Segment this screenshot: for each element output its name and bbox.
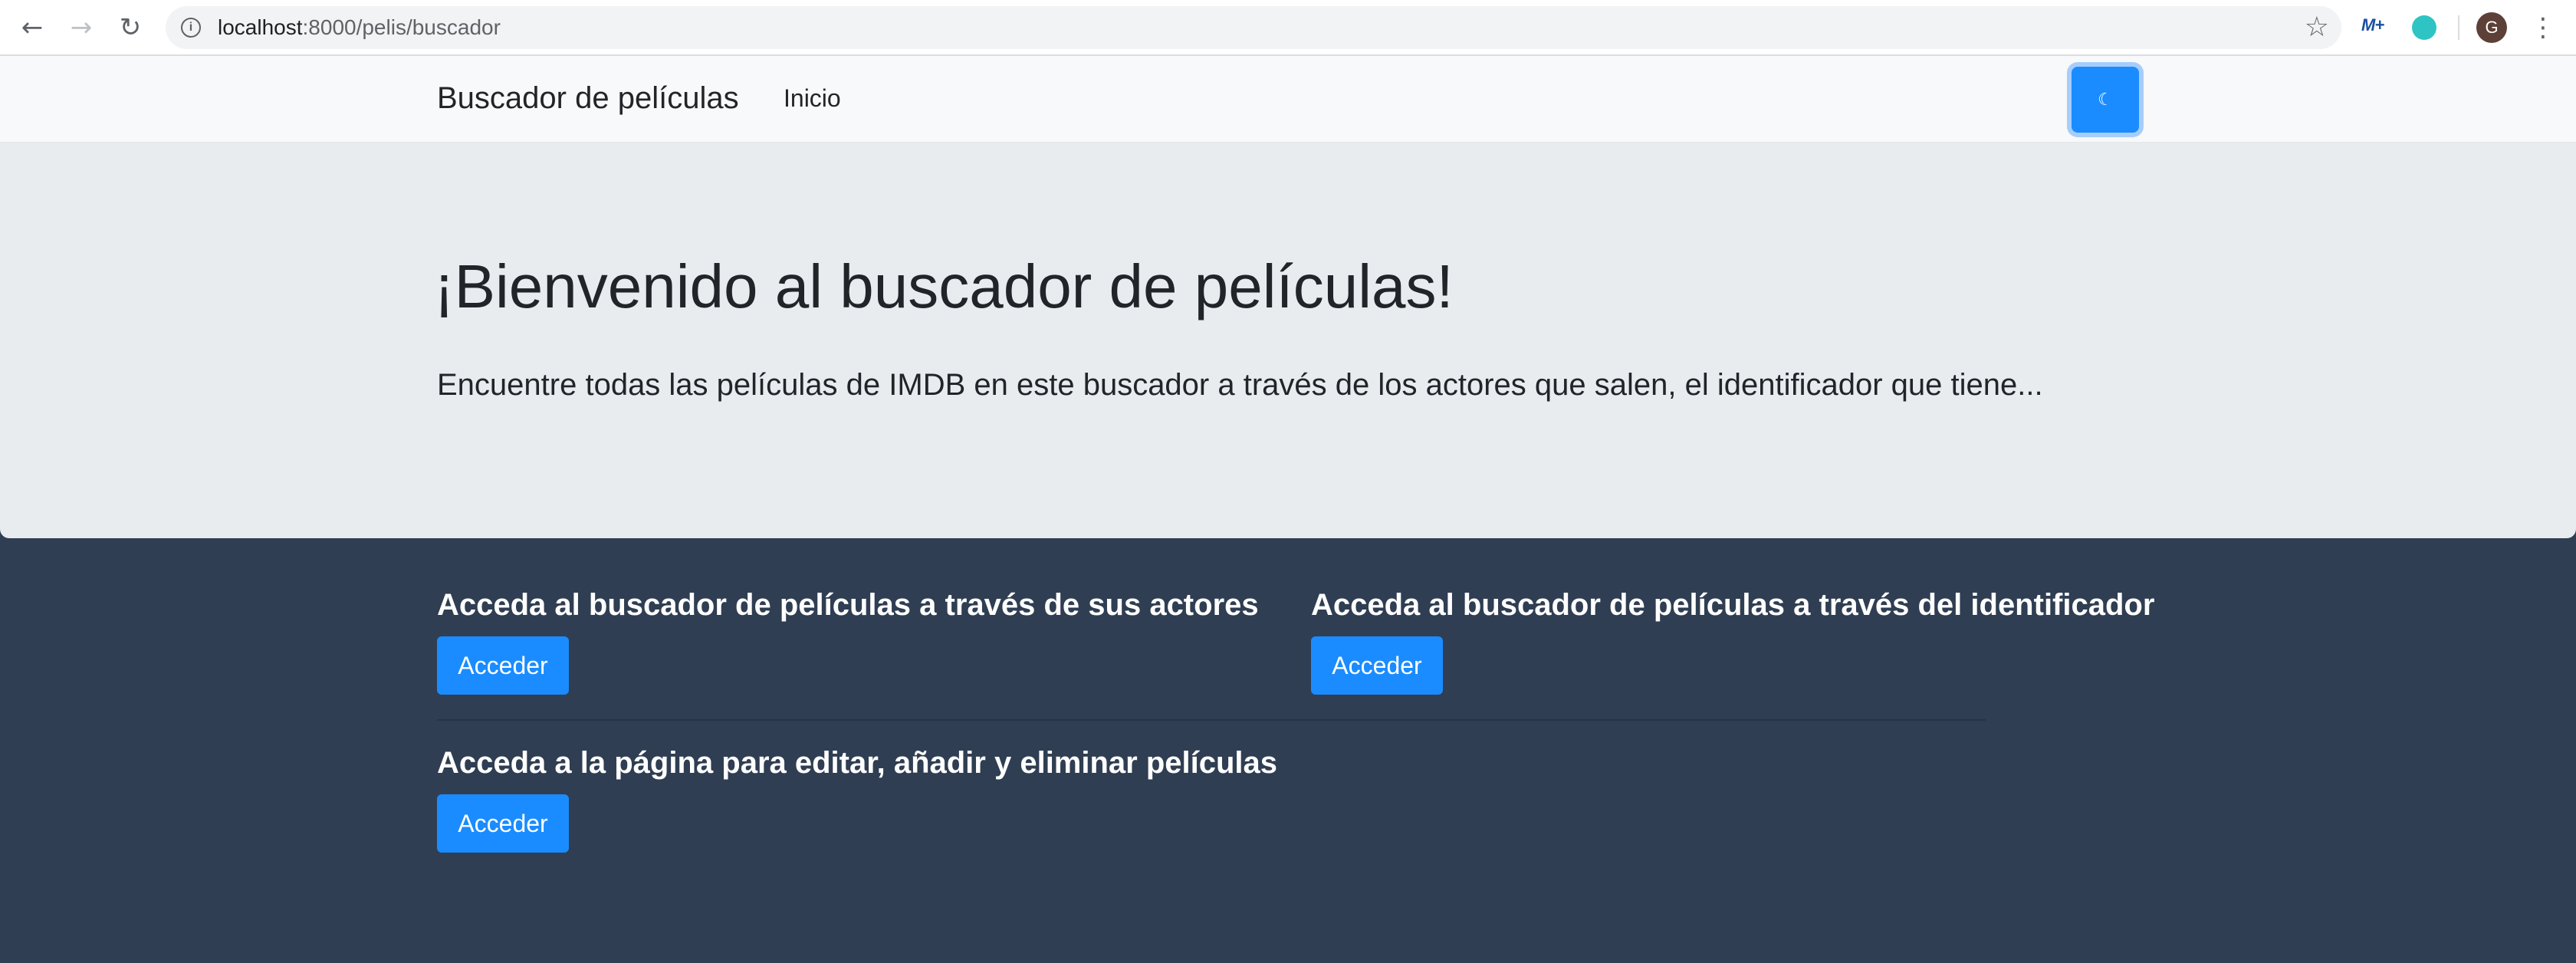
address-bar[interactable]: i localhost:8000/pelis/buscador ☆ — [166, 6, 2341, 49]
section-title-identificador: Acceda al buscador de películas a través… — [1311, 588, 2155, 622]
site-navbar: Buscador de películas Inicio ☾ — [0, 56, 2576, 143]
toolbar-divider — [2458, 15, 2459, 40]
avatar[interactable]: G — [2476, 12, 2507, 43]
url-text[interactable]: localhost:8000/pelis/buscador — [218, 6, 501, 49]
section-title-actores: Acceda al buscador de películas a través… — [437, 588, 1259, 622]
hero-title: ¡Bienvenido al buscador de películas! — [434, 252, 1454, 320]
menu-icon[interactable]: ⋮ — [2530, 11, 2556, 44]
reload-icon[interactable]: ↻ — [115, 12, 146, 43]
navbar-brand[interactable]: Buscador de películas — [437, 79, 739, 117]
nav-link-inicio[interactable]: Inicio — [784, 82, 841, 114]
hero-subtitle: Encuentre todas las películas de IMDB en… — [437, 368, 2043, 402]
section-title-editar: Acceda a la página para editar, añadir y… — [437, 746, 1278, 780]
browser-toolbar: ← → ↻ i localhost:8000/pelis/buscador ☆ … — [0, 0, 2576, 56]
star-icon[interactable]: ☆ — [2305, 12, 2329, 43]
section-divider — [437, 719, 1986, 721]
extension-icon[interactable]: M+ — [2361, 15, 2384, 35]
acceder-editar-button[interactable]: Acceder — [437, 794, 569, 853]
hero-jumbotron: ¡Bienvenido al buscador de películas! En… — [0, 143, 2576, 538]
acceder-actores-button[interactable]: Acceder — [437, 636, 569, 695]
info-icon[interactable]: i — [181, 18, 201, 38]
extension-icon[interactable] — [2412, 15, 2436, 40]
forward-icon[interactable]: → — [66, 12, 97, 43]
acceder-identificador-button[interactable]: Acceder — [1311, 636, 1443, 695]
moon-icon: ☾ — [2098, 90, 2113, 110]
theme-toggle-button[interactable]: ☾ — [2072, 67, 2139, 133]
back-icon[interactable]: ← — [17, 12, 48, 43]
